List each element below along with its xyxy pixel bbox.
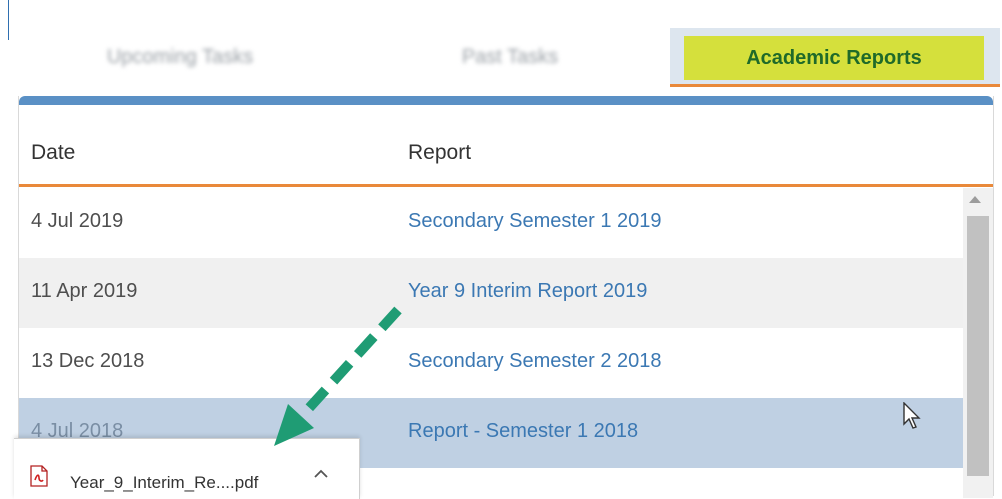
tab-academic-reports-container: Academic Reports xyxy=(670,28,1000,87)
report-link[interactable]: Report - Semester 1 2018 xyxy=(408,420,638,443)
report-link[interactable]: Secondary Semester 1 2019 xyxy=(408,210,662,233)
download-bar: Year_9_Interim_Re....pdf xyxy=(14,438,360,499)
scrollbar-thumb[interactable] xyxy=(967,216,989,476)
table-body: 4 Jul 2019 Secondary Semester 1 2019 11 … xyxy=(19,188,963,468)
reports-table: Date Report 4 Jul 2019 Secondary Semeste… xyxy=(18,96,994,498)
download-filename[interactable]: Year_9_Interim_Re....pdf xyxy=(70,473,258,493)
tab-upcoming-tasks[interactable]: Upcoming Tasks xyxy=(60,28,300,86)
table-top-bar xyxy=(19,96,993,105)
pdf-file-icon[interactable] xyxy=(30,465,48,487)
column-header-date[interactable]: Date xyxy=(31,141,75,165)
row-date: 13 Dec 2018 xyxy=(31,350,145,372)
table-row[interactable]: 13 Dec 2018 Secondary Semester 2 2018 xyxy=(19,328,963,398)
active-tab-underline xyxy=(670,84,1000,87)
tab-past-tasks[interactable]: Past Tasks xyxy=(405,28,615,86)
header-separator xyxy=(19,184,993,187)
scroll-up-arrow-icon[interactable] xyxy=(969,196,981,203)
chevron-up-icon[interactable] xyxy=(314,469,328,479)
tab-academic-reports[interactable]: Academic Reports xyxy=(684,36,984,80)
row-date: 4 Jul 2019 xyxy=(31,210,124,232)
mouse-pointer-icon xyxy=(903,402,921,429)
table-header-row: Date Report xyxy=(19,105,993,184)
page-edge-line xyxy=(8,0,9,40)
tab-bar: Upcoming Tasks Past Tasks Academic Repor… xyxy=(10,28,1000,87)
row-date: 11 Apr 2019 xyxy=(31,280,138,302)
report-link[interactable]: Secondary Semester 2 2018 xyxy=(408,350,662,373)
report-link[interactable]: Year 9 Interim Report 2019 xyxy=(408,280,647,303)
vertical-scrollbar[interactable] xyxy=(963,188,993,498)
table-row[interactable]: 4 Jul 2019 Secondary Semester 1 2019 xyxy=(19,188,963,258)
table-row[interactable]: 11 Apr 2019 Year 9 Interim Report 2019 xyxy=(19,258,963,328)
column-header-report[interactable]: Report xyxy=(408,141,471,165)
